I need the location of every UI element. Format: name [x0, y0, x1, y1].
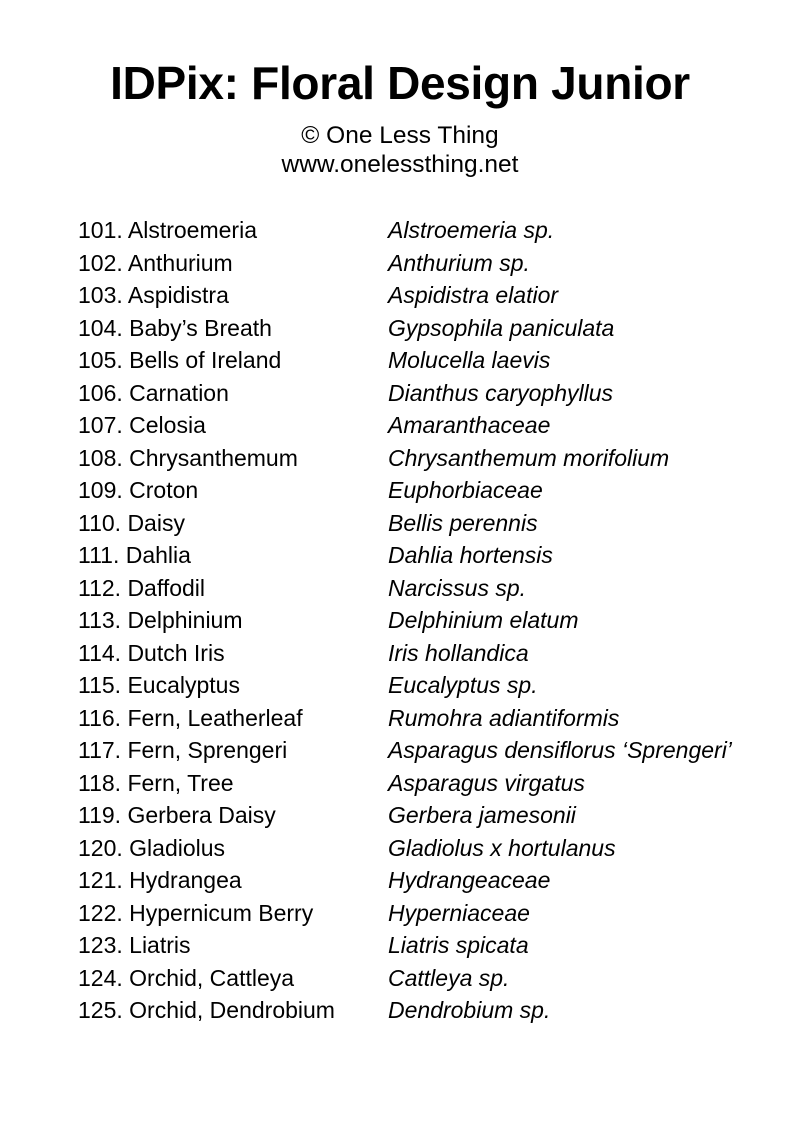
- scientific-name: Gypsophila paniculata: [388, 314, 615, 341]
- scientific-name: Iris hollandica: [388, 639, 529, 666]
- list-item: 125. Orchid, Dendrobium Dendrobium sp.: [0, 994, 800, 1027]
- common-name: 120. Gladiolus: [78, 834, 226, 861]
- scientific-name: Chrysanthemum morifolium: [388, 444, 670, 471]
- common-name: 114. Dutch Iris: [78, 639, 225, 666]
- list-item: 113. Delphinium Delphinium elatum: [0, 604, 800, 637]
- common-name: 116. Fern, Leatherleaf: [78, 704, 303, 731]
- list-item: 119. Gerbera Daisy Gerbera jamesonii: [0, 799, 800, 832]
- common-name: 119. Gerbera Daisy: [78, 802, 276, 828]
- list-item: 106. Carnation Dianthus caryophyllus: [0, 377, 800, 410]
- common-name: 109. Croton: [78, 477, 199, 503]
- common-name: 104. Baby’s Breath: [78, 314, 272, 341]
- scientific-name: Dahlia hortensis: [388, 542, 553, 568]
- list-item: 102. Anthurium Anthurium sp.: [0, 247, 800, 280]
- scientific-name: Hyperniaceae: [388, 899, 530, 926]
- list-item: 115. Eucalyptus Eucalyptus sp.: [0, 669, 800, 702]
- list-item: 108. Chrysanthemum Chrysanthemum morifol…: [0, 442, 800, 475]
- scientific-name: Anthurium sp.: [388, 249, 530, 276]
- scientific-name: Liatris spicata: [388, 932, 529, 958]
- scientific-name: Molucella laevis: [388, 347, 551, 373]
- list-item: 122. Hypernicum Berry Hyperniaceae: [0, 897, 800, 930]
- common-name: 105. Bells of Ireland: [78, 347, 282, 373]
- common-name: 108. Chrysanthemum: [78, 444, 298, 471]
- species-list: 101. Alstroemeria Alstroemeria sp. 102. …: [0, 214, 800, 1027]
- document-header: IDPix: Floral Design Junior © One Less T…: [0, 0, 800, 180]
- scientific-name: Gladiolus x hortulanus: [388, 834, 616, 861]
- list-item: 111. Dahlia Dahlia hortensis: [0, 539, 800, 572]
- common-name: 118. Fern, Tree: [78, 769, 234, 796]
- scientific-name: Alstroemeria sp.: [388, 217, 555, 243]
- scientific-name: Aspidistra elatior: [388, 282, 559, 308]
- scientific-name: Hydrangeaceae: [388, 867, 551, 893]
- common-name: 121. Hydrangea: [78, 867, 242, 893]
- scientific-name: Cattleya sp.: [388, 964, 510, 991]
- list-item: 107. Celosia Amaranthaceae: [0, 409, 800, 442]
- common-name: 113. Delphinium: [78, 607, 243, 633]
- list-item: 114. Dutch Iris Iris hollandica: [0, 637, 800, 670]
- common-name: 115. Eucalyptus: [78, 672, 240, 698]
- list-item: 110. Daisy Bellis perennis: [0, 507, 800, 540]
- page-title: IDPix: Floral Design Junior: [110, 57, 690, 109]
- scientific-name: Bellis perennis: [388, 509, 538, 536]
- list-item: 124. Orchid, Cattleya Cattleya sp.: [0, 962, 800, 995]
- list-item: 109. Croton Euphorbiaceae: [0, 474, 800, 507]
- list-item: 112. Daffodil Narcissus sp.: [0, 572, 800, 605]
- list-item: 101. Alstroemeria Alstroemeria sp.: [0, 214, 800, 247]
- scientific-name: Delphinium elatum: [388, 607, 579, 633]
- list-item: 104. Baby’s Breath Gypsophila paniculata: [0, 312, 800, 345]
- list-item: 118. Fern, Tree Asparagus virgatus: [0, 767, 800, 800]
- common-name: 125. Orchid, Dendrobium: [78, 997, 335, 1023]
- list-item: 105. Bells of Ireland Molucella laevis: [0, 344, 800, 377]
- list-item: 116. Fern, Leatherleaf Rumohra adiantifo…: [0, 702, 800, 735]
- scientific-name: Euphorbiaceae: [388, 477, 543, 503]
- common-name: 106. Carnation: [78, 379, 229, 406]
- scientific-name: Eucalyptus sp.: [388, 672, 538, 698]
- list-item: 121. Hydrangea Hydrangeaceae: [0, 864, 800, 897]
- common-name: 110. Daisy: [78, 509, 185, 536]
- common-name: 112. Daffodil: [78, 574, 206, 601]
- list-item: 117. Fern, Sprengeri Asparagus densiflor…: [0, 734, 800, 767]
- common-name: 111. Dahlia: [78, 542, 191, 568]
- list-item: 103. Aspidistra Aspidistra elatior: [0, 279, 800, 312]
- scientific-name: Asparagus densiflorus ‘Sprengeri’: [388, 737, 732, 763]
- common-name: 102. Anthurium: [78, 249, 233, 276]
- list-item: 120. Gladiolus Gladiolus x hortulanus: [0, 832, 800, 865]
- common-name: 103. Aspidistra: [78, 282, 229, 308]
- scientific-name: Gerbera jamesonii: [388, 802, 576, 828]
- scientific-name: Asparagus virgatus: [388, 769, 585, 796]
- common-name: 122. Hypernicum Berry: [78, 899, 314, 926]
- copyright-text: © One Less Thing: [301, 121, 499, 149]
- website-url: www.onelessthing.net: [281, 151, 519, 179]
- scientific-name: Narcissus sp.: [388, 574, 527, 601]
- common-name: 123. Liatris: [78, 932, 191, 958]
- scientific-name: Rumohra adiantiformis: [388, 704, 620, 731]
- common-name: 101. Alstroemeria: [78, 217, 257, 243]
- common-name: 117. Fern, Sprengeri: [78, 737, 288, 763]
- document-page: IDPix: Floral Design Junior © One Less T…: [0, 0, 800, 1129]
- common-name: 107. Celosia: [78, 412, 206, 438]
- scientific-name: Dendrobium sp.: [388, 997, 551, 1023]
- scientific-name: Dianthus caryophyllus: [388, 379, 614, 406]
- common-name: 124. Orchid, Cattleya: [78, 964, 295, 991]
- scientific-name: Amaranthaceae: [388, 412, 551, 438]
- list-item: 123. Liatris Liatris spicata: [0, 929, 800, 962]
